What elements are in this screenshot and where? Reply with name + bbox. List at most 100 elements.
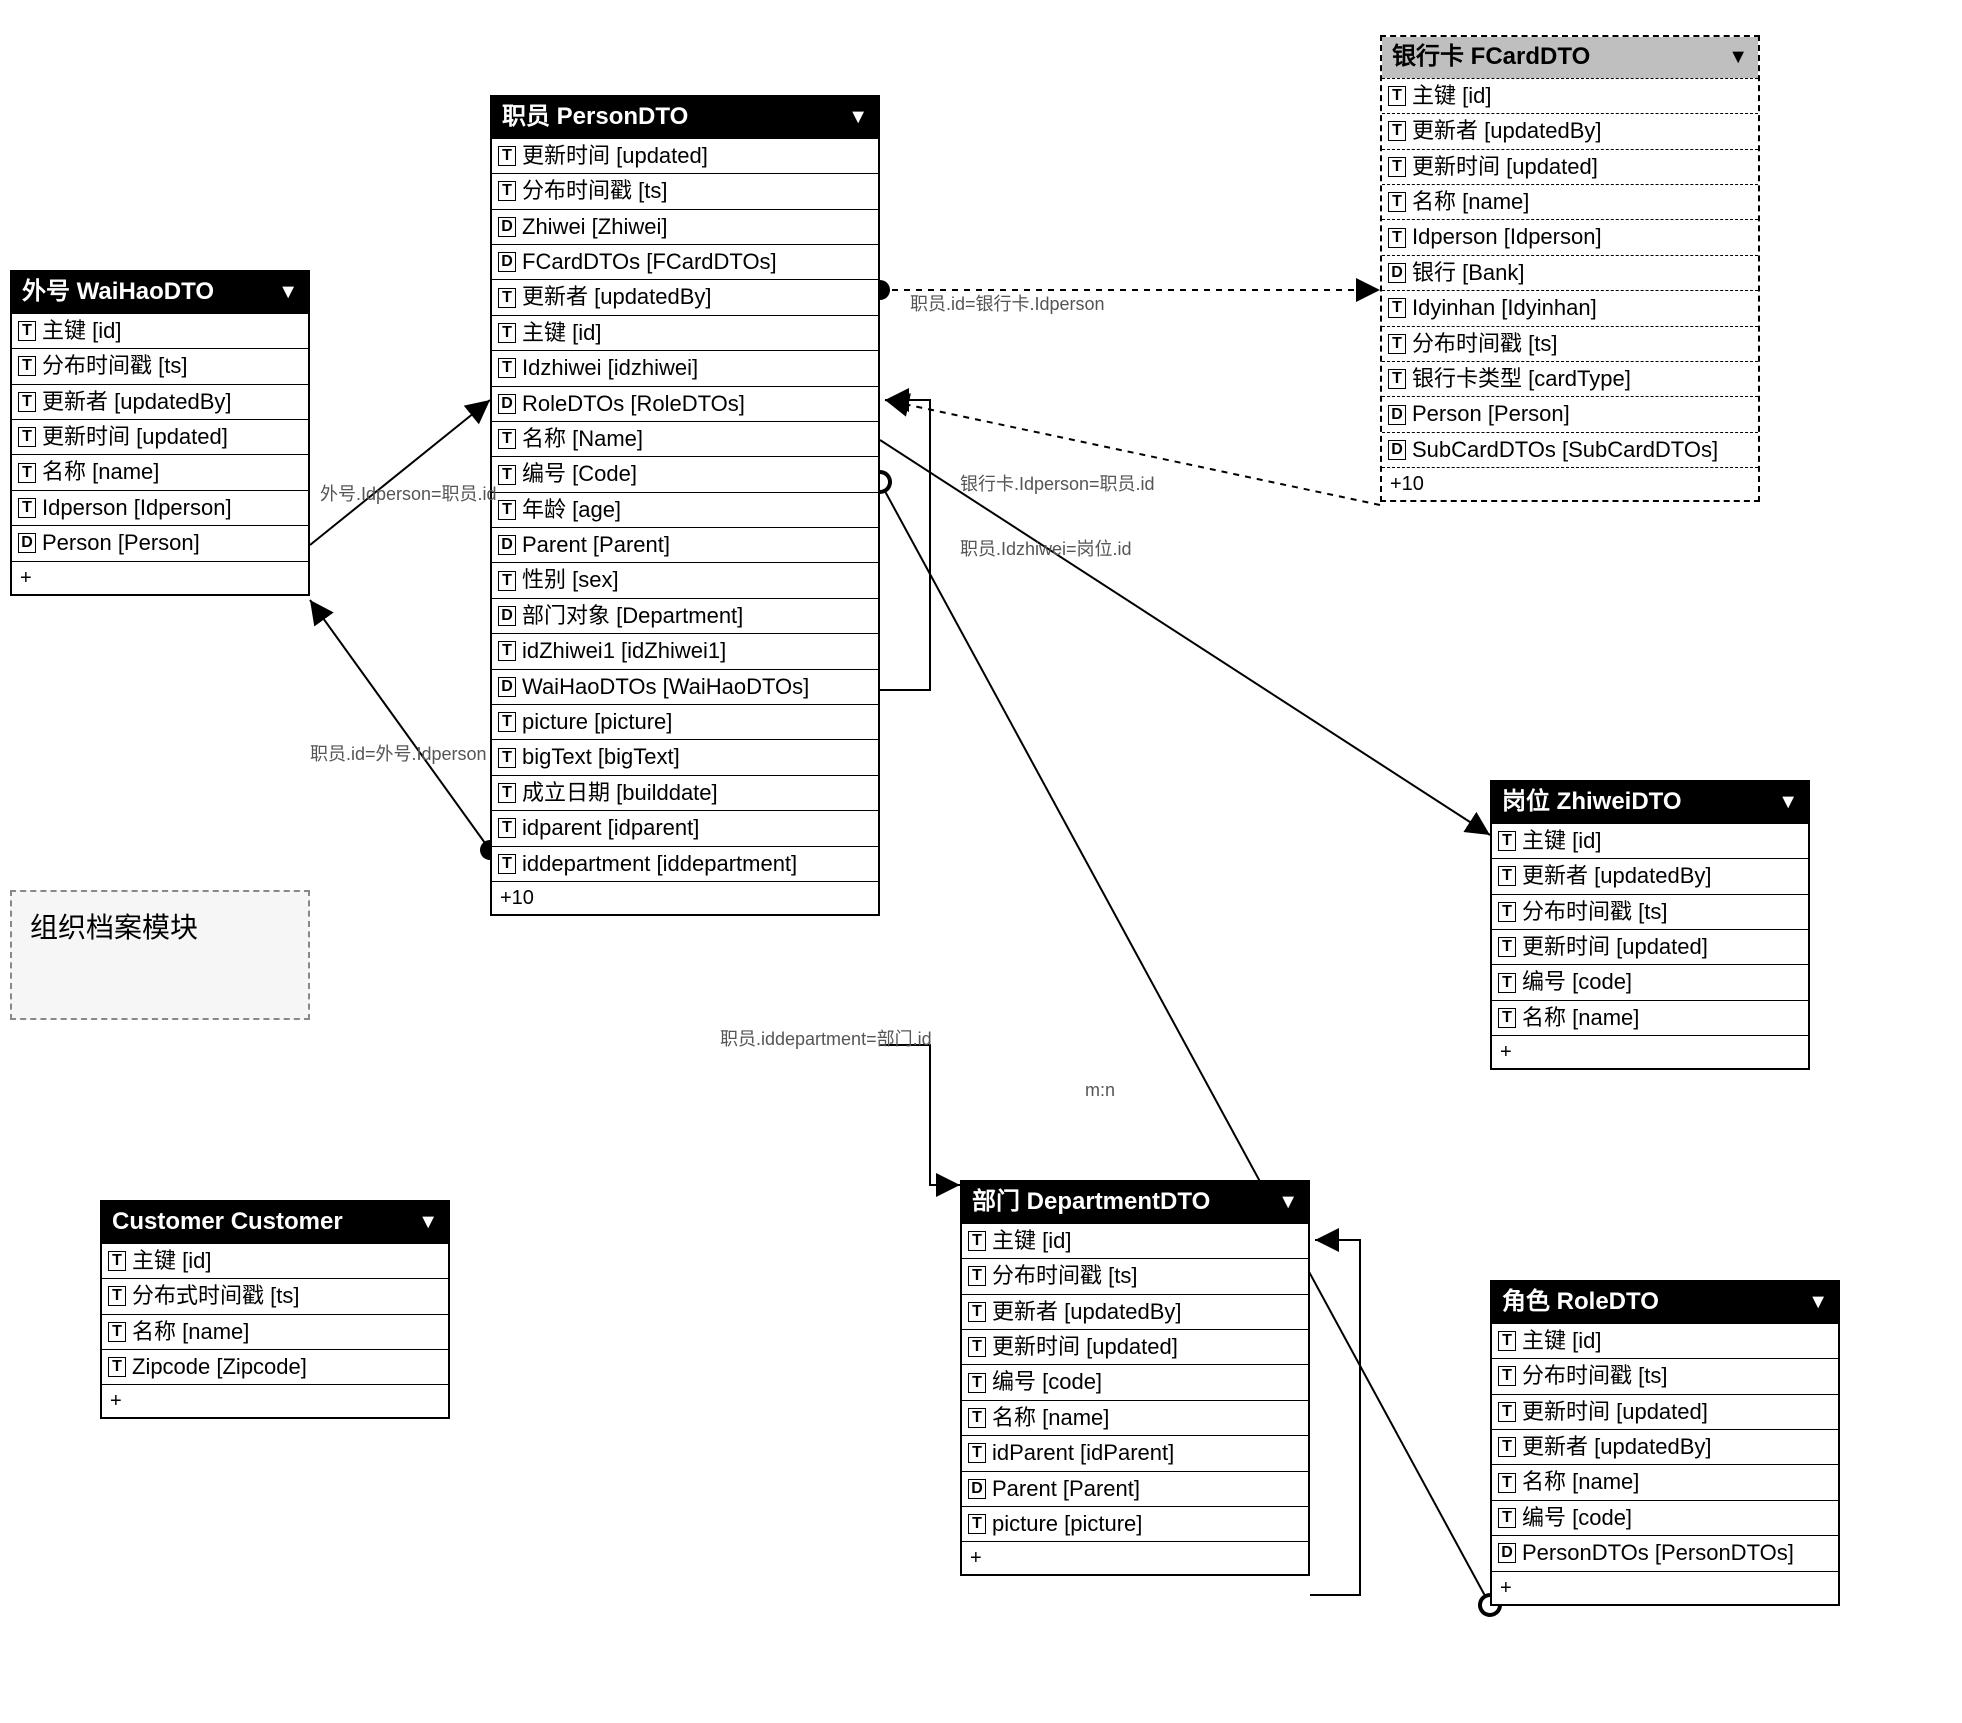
entity-field-row[interactable]: T分布时间戳 [ts] [492,173,878,208]
entity-field-row[interactable]: T银行卡类型 [cardType] [1382,361,1758,396]
entity-field-row[interactable]: DSubCardDTOs [SubCardDTOs] [1382,432,1758,467]
entity-field-row[interactable]: T名称 [name] [102,1314,448,1349]
entity-field-row[interactable]: DParent [Parent] [492,527,878,562]
entity-field-row[interactable]: T分布时间戳 [ts] [12,348,308,383]
entity-field-row[interactable]: T分布时间戳 [ts] [1492,894,1808,929]
entity-field-row[interactable]: DPerson [Person] [12,525,308,560]
entity-field-row[interactable]: TZipcode [Zipcode] [102,1349,448,1384]
entity-field-row[interactable]: T更新时间 [updated] [12,419,308,454]
field-label: 更新时间 [updated] [522,143,708,169]
entity-field-row[interactable]: DPersonDTOs [PersonDTOs] [1492,1535,1838,1570]
entity-field-row[interactable]: T成立日期 [builddate] [492,775,878,810]
chevron-down-icon[interactable]: ▼ [1808,1290,1828,1314]
entity-field-row[interactable]: TidZhiwei1 [idZhiwei1] [492,633,878,668]
entity-waihao[interactable]: 外号 WaiHaoDTO▼T主键 [id]T分布时间戳 [ts]T更新者 [up… [10,270,310,596]
entity-field-row[interactable]: T编号 [code] [1492,964,1808,999]
entity-field-row[interactable]: T更新时间 [updated] [1382,149,1758,184]
chevron-down-icon[interactable]: ▼ [848,105,868,129]
entity-field-row[interactable]: Tiddepartment [iddepartment] [492,846,878,881]
entity-zhiwei[interactable]: 岗位 ZhiweiDTO▼T主键 [id]T更新者 [updatedBy]T分布… [1490,780,1810,1070]
chevron-down-icon[interactable]: ▼ [1728,45,1748,69]
entity-field-row[interactable]: T更新者 [updatedBy] [12,384,308,419]
entity-field-row[interactable]: T主键 [id] [102,1243,448,1278]
entity-field-row[interactable]: T分布时间戳 [ts] [1492,1358,1838,1393]
entity-field-row[interactable]: T主键 [id] [12,313,308,348]
entity-field-row[interactable]: DZhiwei [Zhiwei] [492,209,878,244]
entity-person[interactable]: 职员 PersonDTO▼T更新时间 [updated]T分布时间戳 [ts]D… [490,95,880,916]
entity-field-row[interactable]: T分布式时间戳 [ts] [102,1278,448,1313]
entity-title[interactable]: 部门 DepartmentDTO▼ [962,1182,1308,1223]
entity-role[interactable]: 角色 RoleDTO▼T主键 [id]T分布时间戳 [ts]T更新时间 [upd… [1490,1280,1840,1606]
entity-field-row[interactable]: T主键 [id] [1492,823,1808,858]
field-label: 分布时间戳 [ts] [522,178,667,204]
entity-field-row[interactable]: T分布时间戳 [ts] [1382,326,1758,361]
entity-field-row[interactable]: TbigText [bigText] [492,739,878,774]
entity-field-row[interactable]: T更新时间 [updated] [492,138,878,173]
entity-footer[interactable]: +10 [1382,467,1758,500]
entity-title[interactable]: 外号 WaiHaoDTO▼ [12,272,308,313]
entity-title[interactable]: 岗位 ZhiweiDTO▼ [1492,782,1808,823]
entity-field-row[interactable]: T更新时间 [updated] [962,1329,1308,1364]
entity-footer[interactable]: + [102,1384,448,1417]
entity-field-row[interactable]: T编号 [code] [962,1364,1308,1399]
entity-field-row[interactable]: T更新者 [updatedBy] [962,1294,1308,1329]
entity-field-row[interactable]: TidParent [idParent] [962,1435,1308,1470]
entity-field-row[interactable]: T主键 [id] [962,1223,1308,1258]
entity-title[interactable]: Customer Customer▼ [102,1202,448,1243]
entity-footer[interactable]: +10 [492,881,878,914]
entity-fcard[interactable]: 银行卡 FCardDTO▼T主键 [id]T更新者 [updatedBy]T更新… [1380,35,1760,502]
entity-field-row[interactable]: T名称 [name] [1492,1000,1808,1035]
entity-field-row[interactable]: T更新者 [updatedBy] [1492,1429,1838,1464]
entity-field-row[interactable]: DPerson [Person] [1382,396,1758,431]
entity-field-row[interactable]: T更新时间 [updated] [1492,1394,1838,1429]
entity-footer[interactable]: + [1492,1571,1838,1604]
field-type-badge: T [968,1443,986,1463]
field-type-badge: T [498,429,516,449]
entity-field-row[interactable]: T名称 [name] [962,1400,1308,1435]
entity-field-row[interactable]: TIdperson [Idperson] [12,490,308,525]
entity-field-row[interactable]: T名称 [name] [12,454,308,489]
entity-field-row[interactable]: TIdyinhan [Idyinhan] [1382,290,1758,325]
field-label: 更新者 [updatedBy] [1522,863,1712,889]
entity-field-row[interactable]: DFCardDTOs [FCardDTOs] [492,244,878,279]
chevron-down-icon[interactable]: ▼ [278,280,298,304]
entity-field-row[interactable]: T性别 [sex] [492,562,878,597]
chevron-down-icon[interactable]: ▼ [418,1210,438,1234]
entity-footer[interactable]: + [12,561,308,594]
entity-field-row[interactable]: Tpicture [picture] [492,704,878,739]
entity-field-row[interactable]: T主键 [id] [1492,1323,1838,1358]
entity-field-row[interactable]: DWaiHaoDTOs [WaiHaoDTOs] [492,669,878,704]
entity-customer[interactable]: Customer Customer▼T主键 [id]T分布式时间戳 [ts]T名… [100,1200,450,1419]
field-type-badge: T [1498,1473,1516,1493]
chevron-down-icon[interactable]: ▼ [1278,1190,1298,1214]
entity-field-row[interactable]: Tpicture [picture] [962,1506,1308,1541]
entity-field-row[interactable]: T主键 [id] [492,315,878,350]
entity-field-row[interactable]: T分布时间戳 [ts] [962,1258,1308,1293]
entity-field-row[interactable]: T更新者 [updatedBy] [1382,113,1758,148]
entity-field-row[interactable]: TIdzhiwei [idzhiwei] [492,350,878,385]
entity-title[interactable]: 银行卡 FCardDTO▼ [1382,37,1758,78]
entity-field-row[interactable]: DRoleDTOs [RoleDTOs] [492,386,878,421]
entity-field-row[interactable]: D部门对象 [Department] [492,598,878,633]
entity-title[interactable]: 角色 RoleDTO▼ [1492,1282,1838,1323]
entity-field-row[interactable]: T更新时间 [updated] [1492,929,1808,964]
entity-field-row[interactable]: T名称 [name] [1492,1464,1838,1499]
entity-field-row[interactable]: Tidparent [idparent] [492,810,878,845]
chevron-down-icon[interactable]: ▼ [1778,790,1798,814]
entity-field-row[interactable]: T更新者 [updatedBy] [492,279,878,314]
entity-footer[interactable]: + [1492,1035,1808,1068]
entity-field-row[interactable]: TIdperson [Idperson] [1382,219,1758,254]
entity-field-row[interactable]: T编号 [Code] [492,456,878,491]
field-type-badge: T [498,465,516,485]
entity-field-row[interactable]: T名称 [Name] [492,421,878,456]
entity-footer[interactable]: + [962,1541,1308,1574]
entity-field-row[interactable]: D银行 [Bank] [1382,255,1758,290]
entity-field-row[interactable]: DParent [Parent] [962,1471,1308,1506]
entity-field-row[interactable]: T年龄 [age] [492,492,878,527]
entity-field-row[interactable]: T名称 [name] [1382,184,1758,219]
entity-title[interactable]: 职员 PersonDTO▼ [492,97,878,138]
entity-field-row[interactable]: T编号 [code] [1492,1500,1838,1535]
entity-field-row[interactable]: T更新者 [updatedBy] [1492,858,1808,893]
entity-department[interactable]: 部门 DepartmentDTO▼T主键 [id]T分布时间戳 [ts]T更新者… [960,1180,1310,1576]
entity-field-row[interactable]: T主键 [id] [1382,78,1758,113]
